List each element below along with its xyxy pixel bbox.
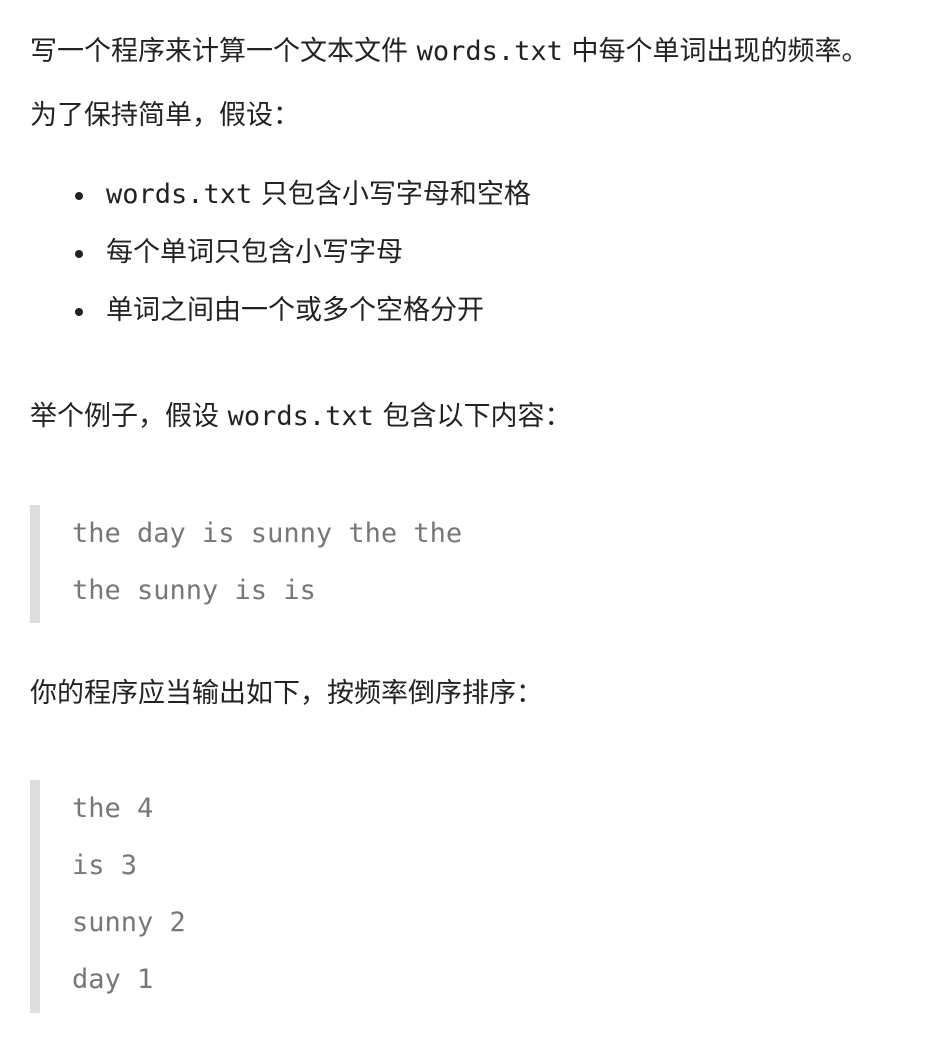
rule-text: 单词之间由一个或多个空格分开 [106,295,484,326]
code-line: the sunny is is [72,575,316,606]
input-code-block: the day is sunny the the the sunny is is [30,505,462,623]
code-line: is 3 [72,850,138,881]
list-item: words.txt 只包含小写字母和空格 [30,176,531,234]
rule-text: 只包含小写字母和空格 [252,179,531,210]
rule-filename-code: words.txt [106,179,253,210]
intro-text-before: 写一个程序来计算一个文本文件 [30,36,417,67]
code-line: the 4 [72,793,154,824]
bullet-icon [75,192,83,200]
bullet-icon [75,250,83,258]
rule-text: 每个单词只包含小写字母 [106,237,403,268]
example-paragraph: 举个例子，假设 words.txt 包含以下内容： [30,398,572,436]
example-filename-code: words.txt [227,401,374,432]
code-line: sunny 2 [72,907,186,938]
code-line: the day is sunny the the [72,518,463,549]
bullet-icon [75,308,83,316]
example-text-after: 包含以下内容： [373,401,572,432]
list-item: 单词之间由一个或多个空格分开 [30,292,531,350]
output-intro-paragraph: 你的程序应当输出如下，按频率倒序排序： [30,678,543,709]
intro-paragraph: 写一个程序来计算一个文本文件 words.txt 中每个单词出现的频率。 [30,33,869,71]
intro-text-after: 中每个单词出现的频率。 [562,36,869,67]
assumption-list: words.txt 只包含小写字母和空格 每个单词只包含小写字母 单词之间由一个… [30,176,531,350]
code-line: day 1 [72,964,154,995]
list-item: 每个单词只包含小写字母 [30,234,531,292]
output-code-block: the 4 is 3 sunny 2 day 1 [30,780,186,1013]
example-text-before: 举个例子，假设 [30,401,228,432]
intro-filename-code: words.txt [416,36,563,67]
assumption-heading: 为了保持简单，假设： [30,100,300,131]
